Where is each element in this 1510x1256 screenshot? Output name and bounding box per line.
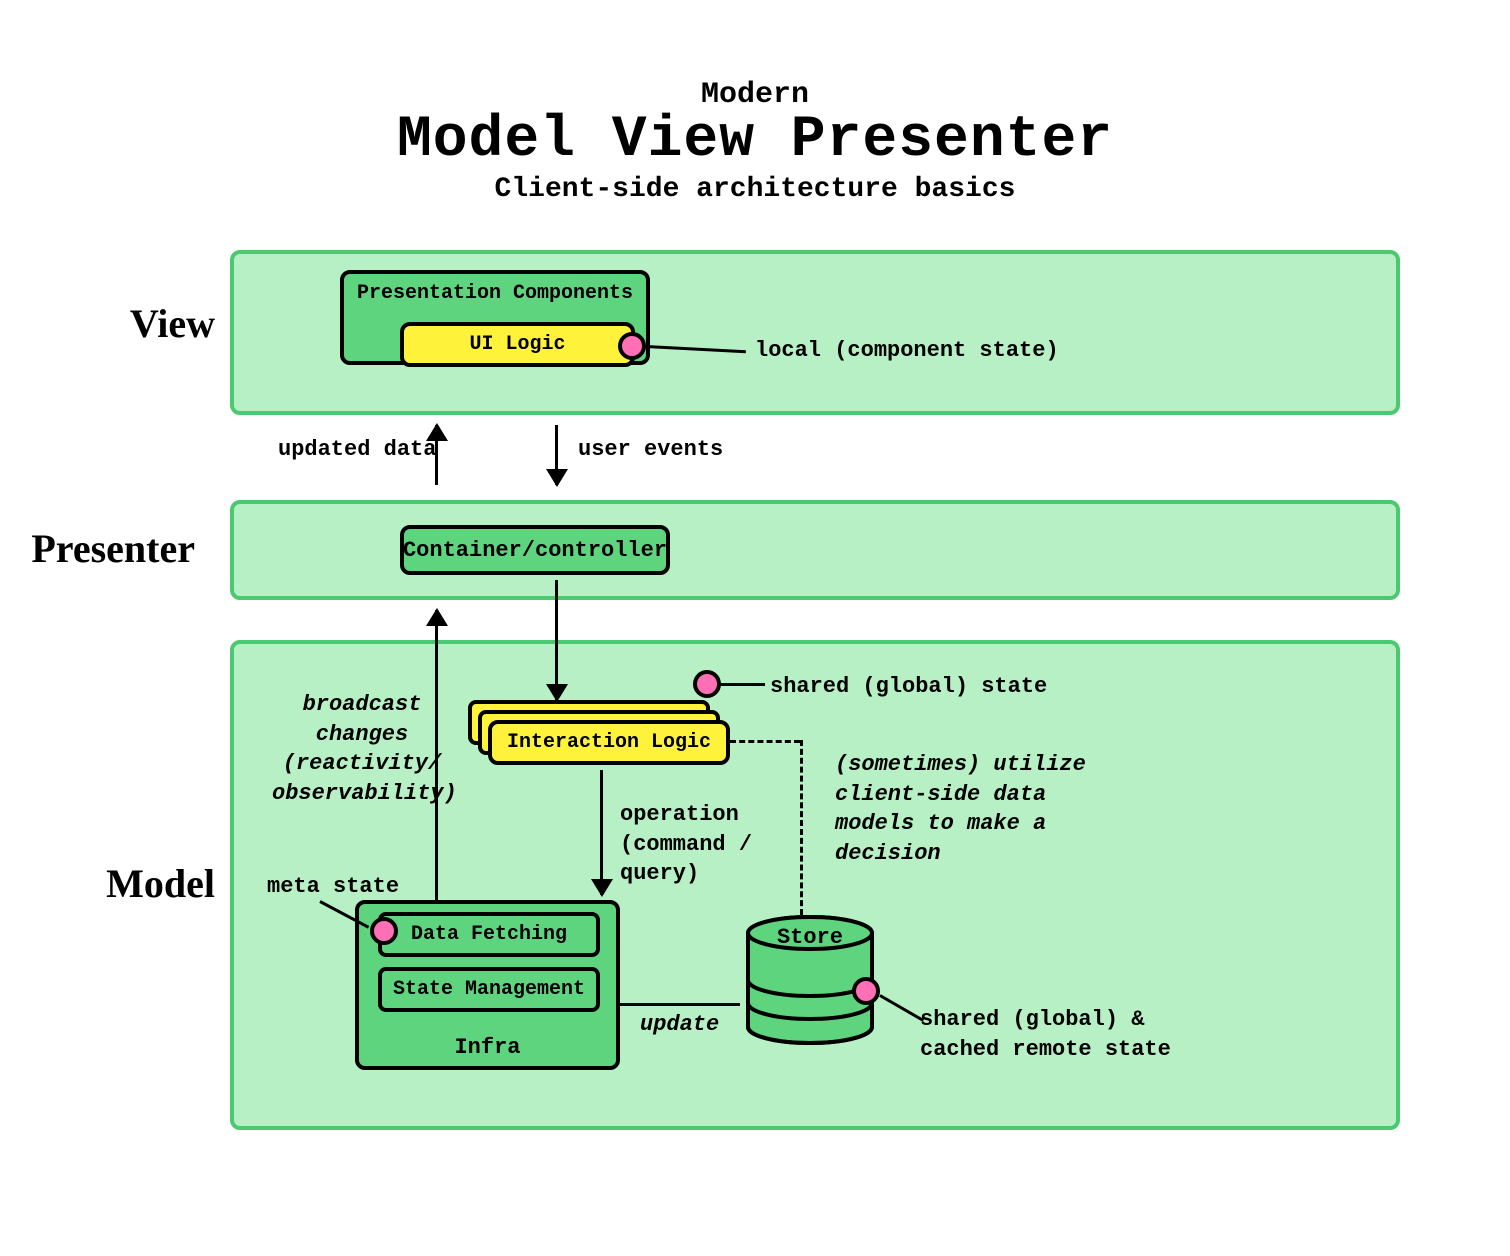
box-label: Container/controller: [403, 538, 667, 563]
state-dot-icon: [370, 917, 398, 945]
box-label: Presentation Components: [357, 282, 633, 305]
box-state-management: State Management: [378, 967, 600, 1012]
box-data-fetching: Data Fetching: [378, 912, 600, 957]
note-shared-global-state: shared (global) state: [770, 672, 1047, 702]
box-label: UI Logic: [469, 333, 565, 356]
note-meta-state: meta state: [267, 872, 399, 902]
arrow-operation: [600, 770, 603, 895]
layer-label-view: View: [5, 300, 215, 347]
box-label: State Management: [393, 978, 585, 1001]
note-local-state: local (component state): [755, 336, 1059, 366]
note-shared-cached-state: shared (global) & cached remote state: [920, 1005, 1180, 1064]
state-dot-icon: [693, 670, 721, 698]
box-interaction-logic: Interaction Logic: [488, 720, 730, 765]
box-label: Store: [740, 925, 880, 950]
state-dot-icon: [618, 332, 646, 360]
diagram-title: Model View Presenter: [0, 108, 1510, 173]
note-operation: operation (command / query): [620, 800, 830, 889]
leader-line: [720, 683, 765, 686]
diagram-subtitle: Client-side architecture basics: [0, 174, 1510, 205]
box-label: Interaction Logic: [507, 731, 711, 754]
state-dot-icon: [852, 977, 880, 1005]
layer-label-presenter: Presenter: [0, 525, 195, 572]
note-broadcast: broadcast changes (reactivity/ observabi…: [272, 690, 452, 809]
diagram-pretitle: Modern: [0, 78, 1510, 112]
arrow-to-interaction: [555, 580, 558, 700]
box-label: Data Fetching: [411, 923, 567, 946]
box-label: Infra: [359, 1035, 616, 1060]
box-container-controller: Container/controller: [400, 525, 670, 575]
box-ui-logic: UI Logic: [400, 322, 635, 367]
note-user-events: user events: [578, 435, 723, 465]
connector-update: [620, 1003, 740, 1006]
layer-label-model: Model: [5, 860, 215, 907]
note-update: update: [640, 1010, 719, 1040]
note-sometimes-utilize: (sometimes) utilize client-side data mod…: [835, 750, 1115, 869]
arrow-user-events: [555, 425, 558, 485]
dashed-connector: [730, 740, 800, 743]
note-updated-data: updated data: [278, 435, 436, 465]
